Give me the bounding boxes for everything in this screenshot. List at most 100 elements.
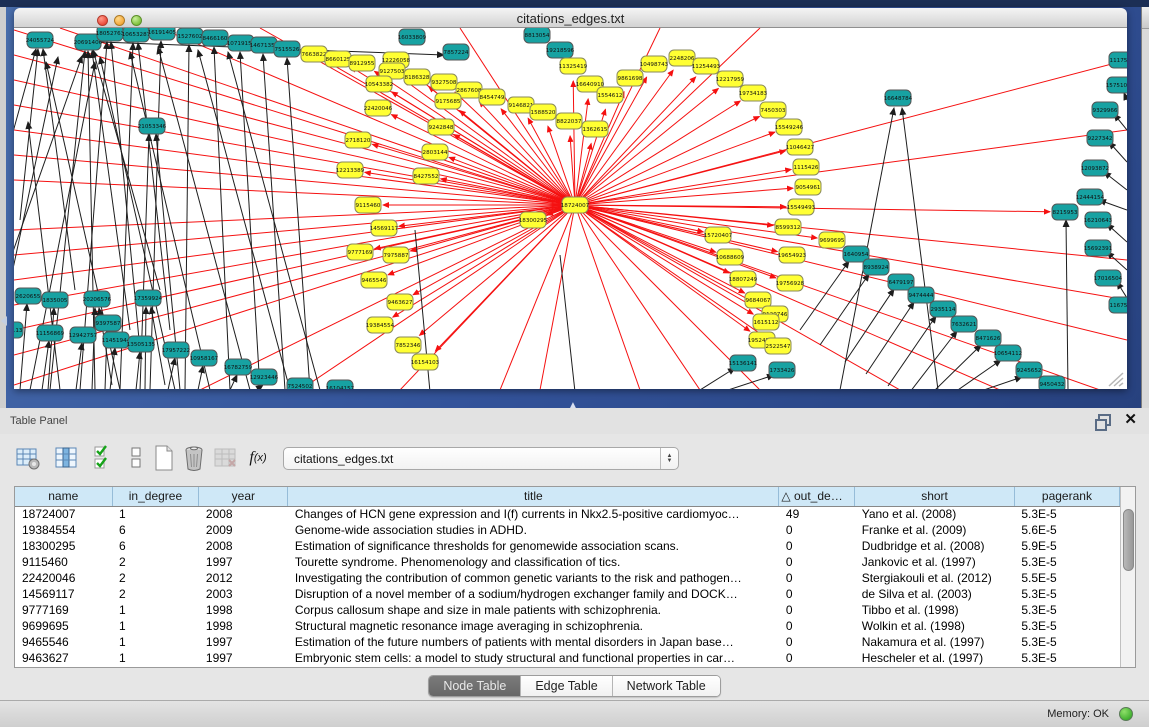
column-header-title[interactable]: title: [288, 487, 779, 506]
graph-node[interactable]: 1588520: [530, 104, 556, 120]
graph-node[interactable]: 12213389: [336, 162, 365, 178]
column-header-name[interactable]: name: [15, 487, 112, 506]
graph-node[interactable]: 15692391: [1084, 240, 1113, 256]
graph-node[interactable]: 17359924: [134, 290, 163, 306]
graph-node[interactable]: 15751074: [1106, 77, 1127, 93]
graph-node[interactable]: 16154103: [411, 354, 440, 370]
graph-node[interactable]: 12923446: [250, 369, 279, 385]
graph-node[interactable]: 10688609: [716, 249, 745, 265]
column-header-pagerank[interactable]: pagerank: [1014, 487, 1119, 506]
graph-node[interactable]: 24055724: [26, 32, 55, 48]
graph-node[interactable]: 17957222: [162, 342, 190, 358]
table-row[interactable]: 977716911998Corpus callosum shape and si…: [15, 602, 1120, 618]
graph-node[interactable]: 19654923: [778, 247, 807, 263]
graph-node[interactable]: 15136141: [729, 355, 758, 371]
tab-edge-table[interactable]: Edge Table: [521, 676, 612, 696]
graph-node[interactable]: 10653287: [122, 28, 151, 42]
graph-node[interactable]: 21053346: [138, 118, 167, 134]
table-row[interactable]: 1938455462009Genome-wide association stu…: [15, 522, 1120, 538]
graph-node[interactable]: 12093872: [1081, 160, 1109, 176]
graph-node[interactable]: 9699695: [819, 232, 845, 248]
column-header-short[interactable]: short: [855, 487, 1015, 506]
graph-node[interactable]: 7663822: [301, 46, 327, 62]
background-window-edge[interactable]: [1141, 7, 1149, 408]
graph-node[interactable]: 8813054: [524, 28, 550, 43]
graph-node[interactable]: 9329966: [1092, 102, 1118, 118]
graph-node[interactable]: 2803144: [422, 144, 448, 160]
graph-node[interactable]: 19734183: [739, 85, 768, 101]
table-scrollbar[interactable]: [1120, 487, 1135, 667]
graph-node[interactable]: 12444154: [1076, 189, 1105, 205]
graph-node[interactable]: 9115460: [355, 197, 381, 213]
graph-node[interactable]: 9245652: [1016, 362, 1042, 378]
graph-node[interactable]: 9474444: [908, 287, 934, 303]
graph-node[interactable]: 8215953: [1052, 204, 1078, 220]
graph-node[interactable]: 18300295: [519, 212, 548, 228]
graph-node[interactable]: 15720407: [704, 227, 733, 243]
graph-node[interactable]: 20206576: [83, 291, 112, 307]
graph-node[interactable]: 10543382: [365, 76, 393, 92]
graph-node[interactable]: 1934113: [14, 322, 23, 338]
table-selector-dropdown[interactable]: citations_edges.txt ▲▼: [283, 447, 679, 470]
memory-ok-indicator[interactable]: [1119, 707, 1133, 721]
table-row[interactable]: 1872400712008Changes of HCN gene express…: [15, 506, 1120, 522]
graph-node[interactable]: 15549493: [787, 199, 816, 215]
graph-node[interactable]: 14569117: [370, 220, 399, 236]
graph-node[interactable]: 1733426: [769, 362, 795, 378]
graph-node[interactable]: 12217959: [716, 71, 745, 87]
graph-node[interactable]: 9861698: [617, 70, 643, 86]
selection-mode-icon[interactable]: [122, 444, 150, 472]
graph-node[interactable]: 9054961: [795, 179, 821, 195]
graph-node[interactable]: 12942757: [69, 327, 98, 343]
graph-node[interactable]: 18807249: [729, 271, 758, 287]
graph-node[interactable]: 19756928: [776, 275, 805, 291]
graph-node[interactable]: 8912955: [349, 55, 375, 71]
graph-node[interactable]: 11046427: [786, 139, 815, 155]
close-panel-icon[interactable]: ✕: [1124, 412, 1137, 428]
graph-node[interactable]: 16648784: [884, 90, 913, 106]
graph-node[interactable]: 2935114: [930, 301, 956, 317]
graph-node[interactable]: 11156869: [36, 325, 65, 341]
graph-node[interactable]: 11254493: [692, 58, 721, 74]
graph-node[interactable]: 7975887: [383, 247, 409, 263]
graph-node[interactable]: 8471626: [975, 330, 1001, 346]
graph-node[interactable]: 11325419: [559, 58, 588, 74]
table-row[interactable]: 946554611997Estimation of the future num…: [15, 634, 1120, 650]
graph-node[interactable]: 10654112: [994, 345, 1022, 361]
graph-node[interactable]: 7852346: [395, 337, 421, 353]
graph-node[interactable]: 7632621: [951, 316, 977, 332]
graph-node[interactable]: 9175685: [435, 93, 461, 109]
network-canvas[interactable]: 2405572420691406180527631065328716191405…: [14, 28, 1127, 389]
graph-node[interactable]: 7450303: [760, 102, 786, 118]
graph-node[interactable]: 7524502: [287, 378, 313, 389]
graph-node[interactable]: 1554612: [597, 87, 623, 103]
graph-node[interactable]: 2522547: [765, 338, 791, 354]
graph-node[interactable]: 8427552: [413, 168, 439, 184]
table-settings-icon[interactable]: [14, 444, 42, 472]
select-columns-icon[interactable]: [90, 444, 118, 472]
graph-node[interactable]: 1117539: [1109, 52, 1127, 68]
float-panel-icon[interactable]: [1098, 414, 1111, 426]
graph-node[interactable]: 8466160: [202, 30, 228, 46]
graph-node[interactable]: 1527602: [177, 28, 203, 44]
graph-node[interactable]: 13505135: [127, 336, 156, 352]
graph-node[interactable]: 22420046: [364, 100, 393, 116]
graph-node[interactable]: 1615112: [753, 314, 779, 330]
table-row[interactable]: 2242004622012Investigating the contribut…: [15, 570, 1120, 586]
graph-node[interactable]: 9242848: [428, 119, 454, 135]
graph-hub-node[interactable]: 18724007: [561, 197, 590, 213]
graph-node[interactable]: 10498743: [640, 56, 669, 72]
graph-node[interactable]: 9463627: [387, 294, 413, 310]
graph-node[interactable]: 9450432: [1039, 376, 1065, 389]
delete-table-icon[interactable]: [212, 444, 240, 472]
graph-node[interactable]: 2718120: [345, 132, 371, 148]
table-row[interactable]: 1830029562008Estimation of significance …: [15, 538, 1120, 554]
graph-node[interactable]: 8599312: [775, 219, 801, 235]
network-window-titlebar[interactable]: citations_edges.txt: [14, 8, 1127, 28]
tab-node-table[interactable]: Node Table: [429, 676, 521, 696]
graph-node[interactable]: 9227342: [1087, 130, 1113, 146]
graph-node[interactable]: 15549246: [775, 119, 804, 135]
delete-column-icon[interactable]: [180, 444, 208, 472]
show-columns-icon[interactable]: [52, 444, 80, 472]
graph-node[interactable]: 16210643: [1084, 212, 1113, 228]
